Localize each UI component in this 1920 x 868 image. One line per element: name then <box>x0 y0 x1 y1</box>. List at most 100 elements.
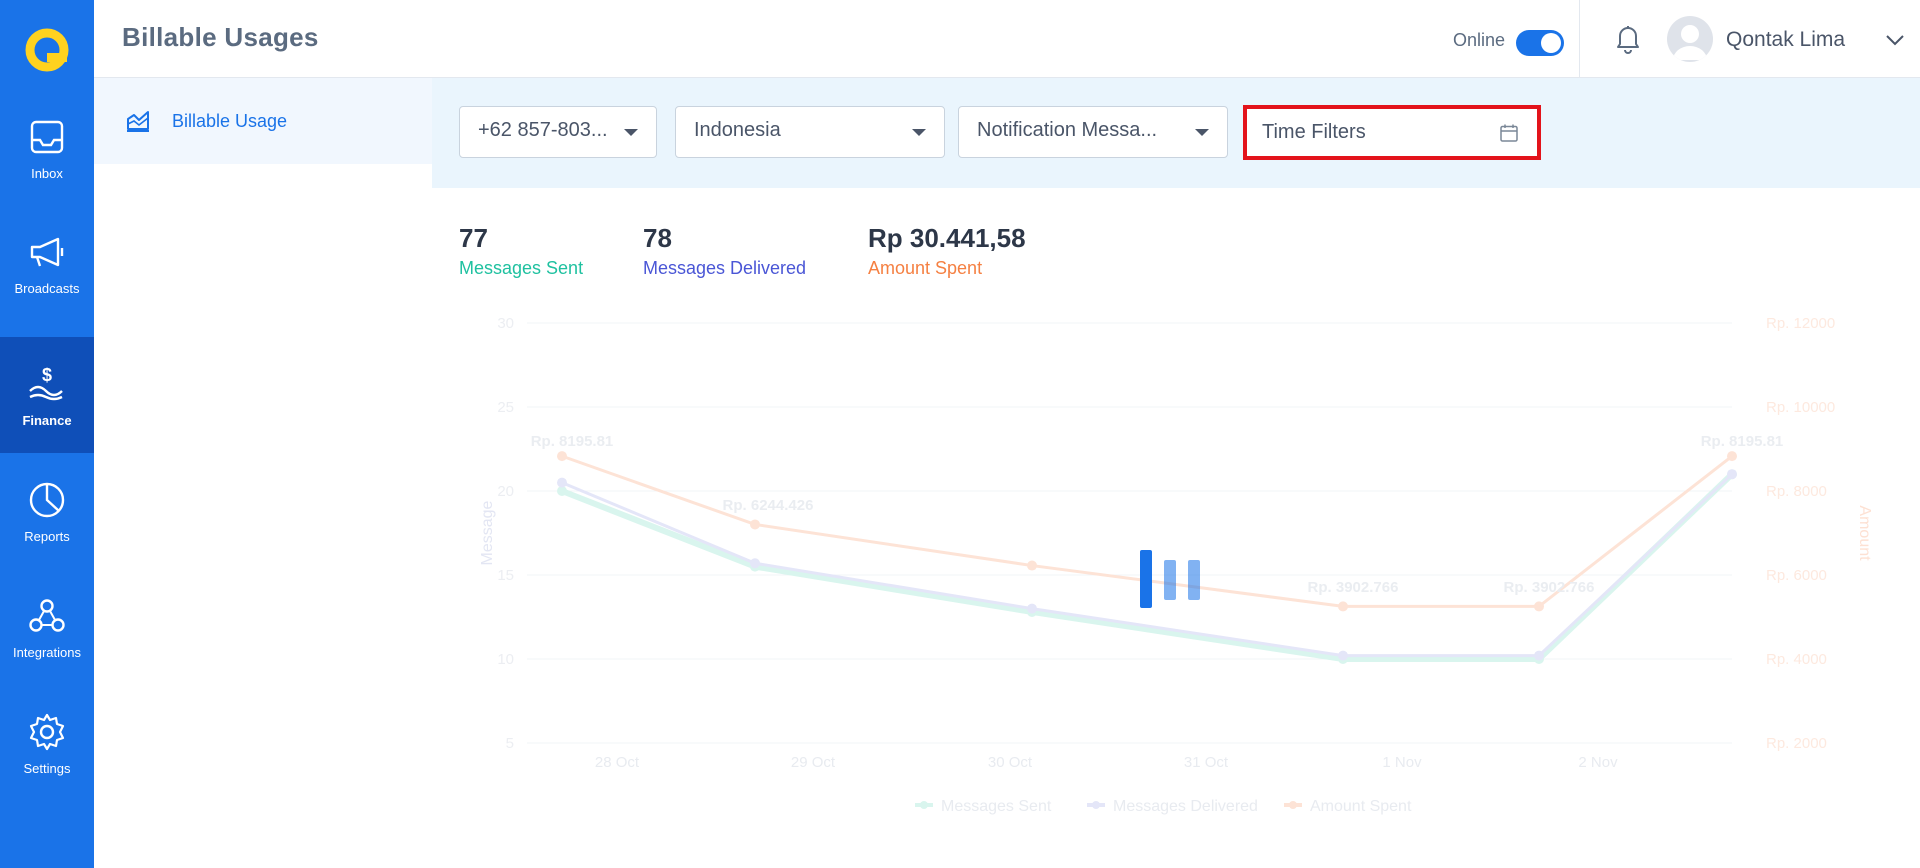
y2-tick-label: Rp. 8000 <box>1766 483 1827 500</box>
data-label: Rp. 6244.426 <box>723 497 814 514</box>
y-axis-title: Message <box>479 500 496 565</box>
x-tick-label: 30 Oct <box>988 754 1033 771</box>
legend-label: Messages Delivered <box>1113 798 1258 815</box>
x-tick-label: 31 Oct <box>1184 754 1229 771</box>
legend-swatch-dot <box>1092 801 1100 809</box>
stat-label: Amount Spent <box>868 258 983 278</box>
svg-text:$: $ <box>42 365 52 385</box>
logo-icon <box>25 28 69 72</box>
inbox-icon <box>30 120 64 153</box>
avatar[interactable] <box>1667 16 1713 62</box>
gear-icon <box>29 713 65 750</box>
loader-bar <box>1188 560 1200 600</box>
nav-label: Settings <box>23 760 71 776</box>
x-tick-label: 29 Oct <box>791 754 836 771</box>
nav-label: Reports <box>24 528 70 544</box>
y2-axis-title: Amount <box>1856 505 1873 561</box>
series-point <box>1727 451 1737 462</box>
bell-icon[interactable] <box>1610 20 1646 56</box>
legend-swatch-dot <box>920 801 928 809</box>
legend-label: Amount Spent <box>1310 798 1412 815</box>
nav-reports[interactable]: Reports <box>0 453 94 569</box>
nav-settings[interactable]: Settings <box>0 685 94 801</box>
top-header: Billable Usages Online Qontak Lima <box>94 0 1920 78</box>
nav-integrations[interactable]: Integrations <box>0 569 94 685</box>
page-title: Billable Usages <box>122 22 319 52</box>
data-label: Rp. 8195.81 <box>1701 433 1784 450</box>
secondary-nav: Billable Usage <box>94 78 433 868</box>
series-point <box>1027 603 1037 614</box>
message-type-select[interactable]: Notification Messa... <box>958 106 1228 158</box>
x-tick-label: 1 Nov <box>1382 754 1422 771</box>
stat-amount-spent: Rp 30.441,58 Amount Spent <box>868 223 1026 279</box>
series-point <box>1027 560 1037 571</box>
nav-inbox[interactable]: Inbox <box>0 90 94 206</box>
online-label: Online <box>1453 30 1506 50</box>
y2-tick-label: Rp. 12000 <box>1766 315 1835 332</box>
caret-down-icon <box>624 129 638 136</box>
loader-bar <box>1140 550 1152 608</box>
y-tick-label: 10 <box>497 651 514 668</box>
nav-broadcasts[interactable]: Broadcasts <box>0 205 94 321</box>
nav-label: Integrations <box>13 644 81 660</box>
caret-down-icon <box>1195 129 1209 136</box>
stat-value: 77 <box>459 223 488 253</box>
chevron-down-icon[interactable] <box>1883 28 1907 52</box>
y2-tick-label: Rp. 6000 <box>1766 567 1827 584</box>
series-point <box>1534 601 1544 612</box>
main-content: 77 Messages Sent 78 Messages Delivered R… <box>432 188 1920 868</box>
legend-swatch-dot <box>1289 801 1297 809</box>
stat-messages-delivered: 78 Messages Delivered <box>643 223 806 279</box>
nav-label: Broadcasts <box>14 280 80 296</box>
pie-chart-icon <box>29 482 65 517</box>
y-tick-label: 5 <box>506 735 514 752</box>
phone-select-value: +62 857-803... <box>478 119 608 141</box>
qontak-logo[interactable] <box>0 0 94 100</box>
series-point <box>557 451 567 462</box>
loading-indicator <box>1140 550 1204 610</box>
nav-label: Finance <box>22 412 72 428</box>
y2-tick-label: Rp. 10000 <box>1766 399 1835 416</box>
integrations-icon <box>29 598 65 632</box>
area-chart-icon <box>127 111 149 132</box>
series-point <box>1338 601 1348 612</box>
x-tick-label: 28 Oct <box>595 754 640 771</box>
filter-bar: +62 857-803... Indonesia Notification Me… <box>432 78 1920 189</box>
finance-icon: $ <box>29 365 63 400</box>
country-select[interactable]: Indonesia <box>675 106 945 158</box>
stat-value: Rp 30.441,58 <box>868 223 1026 253</box>
y2-tick-label: Rp. 4000 <box>1766 651 1827 668</box>
legend-label: Messages Sent <box>941 798 1052 815</box>
phone-select[interactable]: +62 857-803... <box>459 106 657 158</box>
message-type-select-value: Notification Messa... <box>977 119 1158 141</box>
y-tick-label: 30 <box>497 315 514 332</box>
main-nav: Inbox Broadcasts $ Finance Reports Integ… <box>0 0 94 868</box>
header-divider <box>1579 0 1580 78</box>
country-select-value: Indonesia <box>694 119 781 141</box>
subnav-item-billable-usage[interactable]: Billable Usage <box>94 78 432 164</box>
stat-label: Messages Delivered <box>643 258 807 278</box>
time-filter-input[interactable]: Time Filters <box>1243 105 1541 160</box>
time-filter-placeholder: Time Filters <box>1262 121 1366 143</box>
series-point <box>1338 650 1348 661</box>
series-point <box>557 477 567 488</box>
series-point <box>750 558 760 569</box>
y-tick-label: 20 <box>497 483 514 500</box>
data-label: Rp. 3902.766 <box>1504 579 1595 596</box>
nav-finance[interactable]: $ Finance <box>0 337 94 453</box>
stat-label: Messages Sent <box>459 258 584 278</box>
stat-messages-sent: 77 Messages Sent <box>459 223 583 279</box>
caret-down-icon <box>912 129 926 136</box>
subnav-item-label: Billable Usage <box>172 110 288 131</box>
series-point <box>1534 650 1544 661</box>
data-label: Rp. 3902.766 <box>1308 579 1399 596</box>
data-label: Rp. 8195.81 <box>531 433 614 450</box>
series-point <box>750 519 760 530</box>
loader-bar <box>1164 560 1176 600</box>
online-toggle[interactable] <box>1516 30 1564 56</box>
calendar-icon <box>1500 124 1518 142</box>
y2-tick-label: Rp. 2000 <box>1766 735 1827 752</box>
user-icon <box>1673 25 1707 60</box>
user-name[interactable]: Qontak Lima <box>1726 28 1845 52</box>
y-tick-label: 15 <box>497 567 514 584</box>
